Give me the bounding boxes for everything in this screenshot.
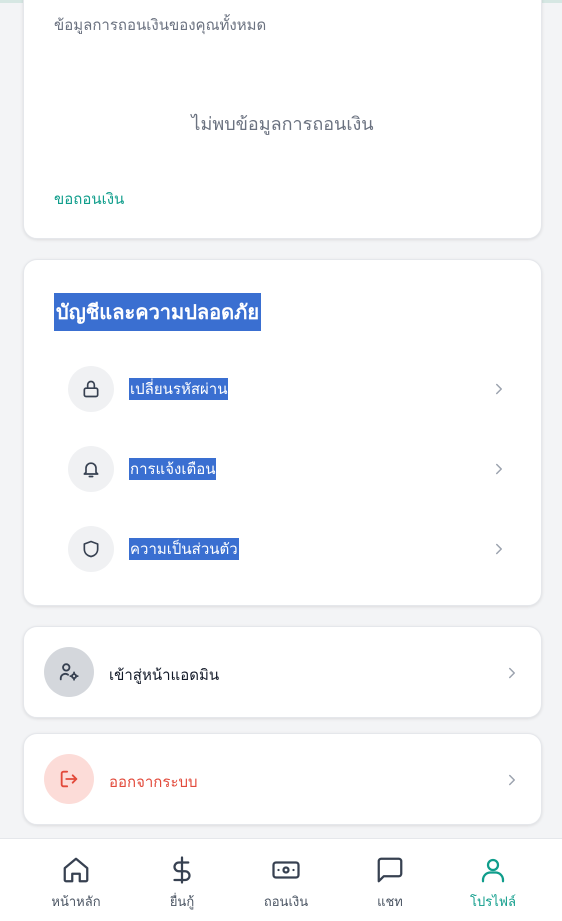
nav-profile[interactable]: โปรไฟล์ xyxy=(441,839,545,921)
nav-loan-label: ยื่นกู้ xyxy=(169,895,195,910)
lock-icon xyxy=(68,366,114,412)
chevron-right-icon xyxy=(496,543,502,555)
shield-icon xyxy=(68,526,114,572)
chevron-right-icon xyxy=(509,667,515,679)
chevron-right-icon xyxy=(496,383,502,395)
chevron-right-icon xyxy=(496,463,502,475)
nav-home-label: หน้าหลัก xyxy=(51,895,101,910)
nav-withdraw[interactable]: ถอนเงิน xyxy=(234,839,338,921)
change-password-label: เปลี่ยนรหัสผ่าน xyxy=(129,378,229,400)
logout-label: ออกจากระบบ xyxy=(109,773,198,791)
withdraw-subtitle: ข้อมูลการถอนเงินของคุณทั้งหมด xyxy=(54,16,267,34)
user-cog-icon xyxy=(44,647,94,697)
privacy-label: ความเป็นส่วนตัว xyxy=(129,538,239,560)
nav-profile-label: โปรไฟล์ xyxy=(470,895,516,910)
notifications-label: การแจ้งเตือน xyxy=(129,458,217,480)
bottom-nav: หน้าหลัก ยื่นกู้ ถอนเงิน แชท โปรไฟล์ xyxy=(0,838,562,921)
logout-icon xyxy=(44,754,94,804)
privacy-row[interactable]: ความเป็นส่วนตัว xyxy=(68,526,508,574)
chat-icon xyxy=(377,857,403,883)
chevron-right-icon xyxy=(509,774,515,786)
notifications-row[interactable]: การแจ้งเตือน xyxy=(68,446,508,494)
logout-card[interactable]: ออกจากระบบ xyxy=(23,733,542,825)
profile-screen: ข้อมูลการถอนเงินของคุณทั้งหมด ไม่พบข้อมู… xyxy=(0,0,562,921)
change-password-row[interactable]: เปลี่ยนรหัสผ่าน xyxy=(68,366,508,414)
nav-withdraw-label: ถอนเงิน xyxy=(263,895,309,910)
bell-icon xyxy=(68,446,114,492)
nav-loan[interactable]: ยื่นกู้ xyxy=(130,839,234,921)
user-icon xyxy=(481,858,505,883)
dollar-icon xyxy=(173,856,191,884)
nav-chat-label: แชท xyxy=(377,895,403,910)
admin-entry-card[interactable]: เข้าสู่หน้าแอดมิน xyxy=(23,626,542,718)
banknote-icon xyxy=(272,861,300,879)
home-icon xyxy=(63,857,89,883)
admin-entry-label: เข้าสู่หน้าแอดมิน xyxy=(109,666,220,684)
withdraw-card: ข้อมูลการถอนเงินของคุณทั้งหมด ไม่พบข้อมู… xyxy=(23,0,542,239)
nav-chat[interactable]: แชท xyxy=(338,839,442,921)
request-withdraw-link[interactable]: ขอถอนเงิน xyxy=(54,187,124,211)
security-title: บัญชีและความปลอดภัย xyxy=(54,293,262,331)
nav-home[interactable]: หน้าหลัก xyxy=(24,839,128,921)
security-card: บัญชีและความปลอดภัย เปลี่ยนรหัสผ่าน การแ… xyxy=(23,259,542,606)
withdraw-empty-state: ไม่พบข้อมูลการถอนเงิน xyxy=(191,114,374,135)
